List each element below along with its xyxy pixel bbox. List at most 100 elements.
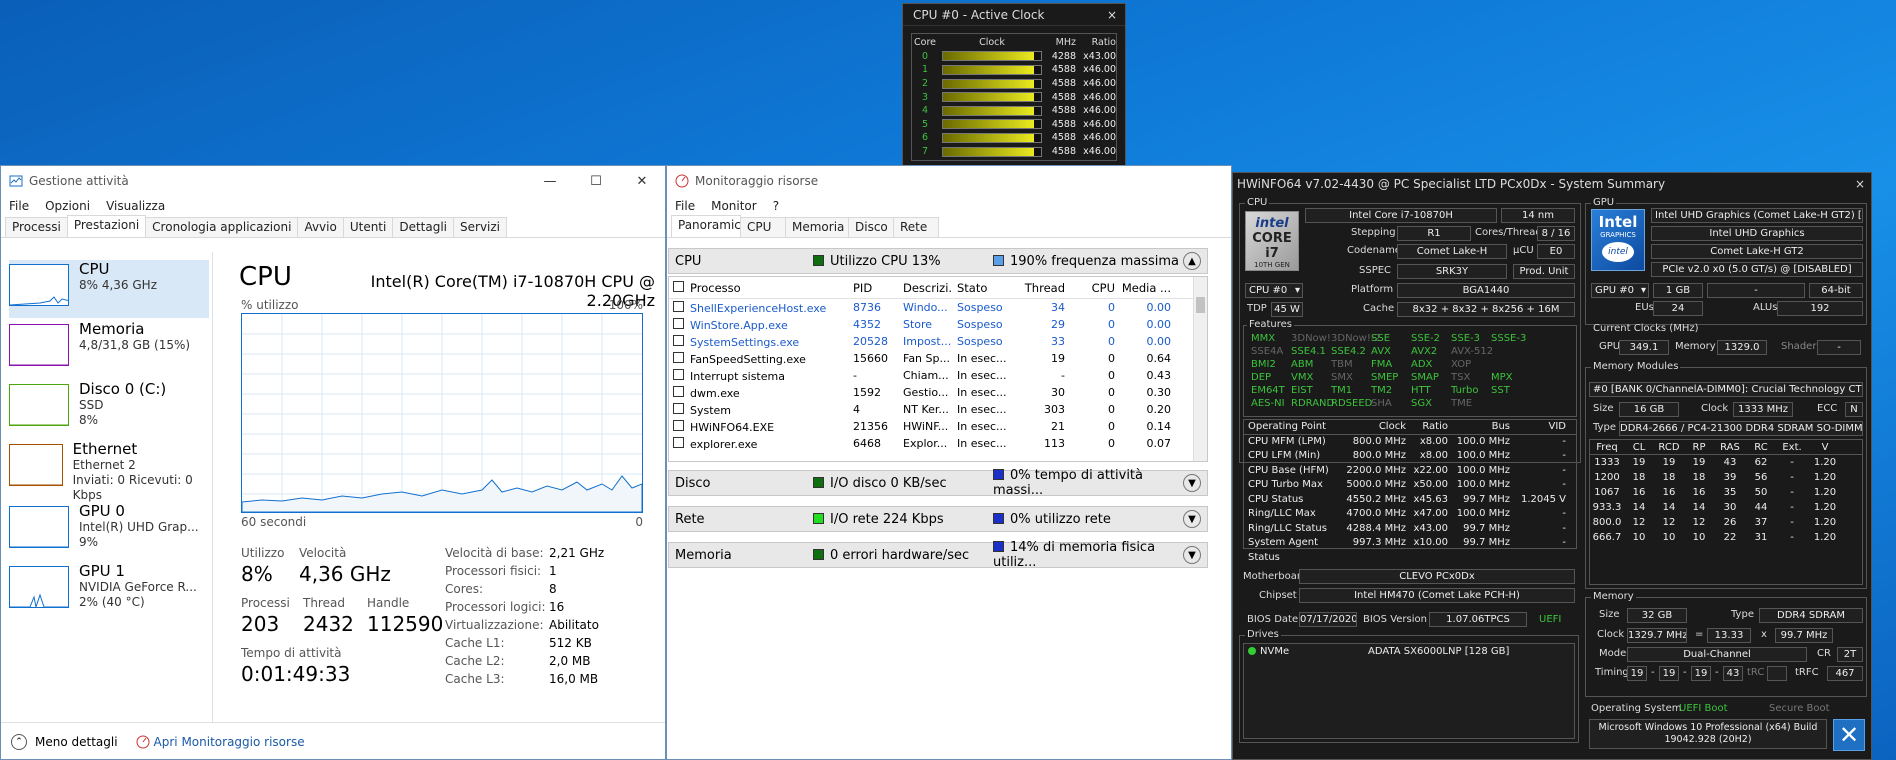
cell: - [1562,508,1566,519]
table-row[interactable]: explorer.exe 6468 Explor... In esec... 113 0 0… [669,435,1207,452]
resmon-cpu-section[interactable]: CPU Utilizzo CPU 13% 190% frequenza mass… [668,248,1208,274]
menu-opzioni[interactable]: Opzioni [45,199,90,213]
feature-flag: EIST [1291,385,1313,396]
table-row[interactable]: ShellExperienceHost.exe 8736 Windo... Sospe… [669,299,1207,316]
table-row[interactable]: SystemSettings.exe 20528 Impost... Sospeso 3… [669,333,1207,350]
cpu-select[interactable]: CPU #0 ▾ [1245,283,1303,298]
chevron-down-icon[interactable]: ▼ [1183,474,1201,492]
chevron-up-icon[interactable]: ▲ [1183,252,1201,270]
menu-visualizza[interactable]: Visualizza [106,199,165,213]
page-title: CPU [239,262,292,292]
chevron-down-icon[interactable]: ▼ [1183,546,1201,564]
tab-processi[interactable]: Processi [5,217,68,237]
sidebar-item-3[interactable]: Ethernet Ethernet 2 Inviati: 0 Ricevuti:… [9,440,209,502]
status-ok-icon [1248,647,1256,655]
cell: 30 [1723,502,1737,513]
select-all-checkbox[interactable] [673,280,684,292]
chevron-down-icon[interactable]: ▼ [1183,510,1201,528]
tab-dettagli[interactable]: Dettagli [392,217,455,237]
active-clock-titlebar[interactable]: CPU #0 - Active Clock × [903,4,1125,26]
resmon-titlebar[interactable]: Monitoraggio risorse [667,166,1231,196]
table-row[interactable]: dwm.exe 1592 Gestio... In esec... 30 0 0.30 [669,384,1207,401]
col-pid[interactable]: PID [849,281,899,295]
feature-flag: EM64T [1251,385,1285,396]
resmon-disco-section[interactable]: Disco I/O disco 0 KB/sec 0% tempo di att… [668,468,1208,498]
close-icon[interactable]: × [1855,177,1865,191]
menu-monitor[interactable]: Monitor [711,199,757,213]
tab-panoramica[interactable]: Panoramica [671,215,748,237]
velocita-value: 4,36 GHz [299,562,391,586]
menu-file[interactable]: File [9,199,29,213]
tab-memoria[interactable]: Memoria [785,217,849,237]
row-checkbox[interactable] [673,385,684,397]
tab-avvio[interactable]: Avvio [297,217,344,237]
col-descrizione[interactable]: Descrizi... [899,281,953,295]
row-checkbox[interactable] [673,436,684,448]
tab-cronologia[interactable]: Cronologia applicazioni [145,217,299,237]
core-id: 1 [921,64,929,76]
equals-sign: = [1695,629,1704,640]
col-thread[interactable]: Thread [1015,281,1065,295]
memory-module-select[interactable]: #0 [BANK 0/ChannelA-DIMM0]: Crucial Tech… [1589,382,1863,397]
cell: Chiam... [903,369,949,382]
cell: 303 [1044,403,1065,416]
tab-cpu[interactable]: CPU [740,217,786,237]
secure-boot-label: Secure Boot [1769,703,1830,714]
sidebar-item-sub: Intel(R) UHD Grap... [79,520,199,534]
logo-text: 10TH GEN [1254,261,1290,269]
maximize-icon[interactable]: ☐ [573,166,619,196]
resmon-memoria-section[interactable]: Memoria 0 errori hardware/sec 14% di mem… [668,540,1208,570]
task-manager-titlebar[interactable]: Gestione attività — ☐ ✕ [1,166,665,196]
row-checkbox[interactable] [673,402,684,414]
table-row[interactable]: Interrupt sistema - Chiam... In esec... - 0 0.… [669,367,1207,384]
scrollbar[interactable] [1193,277,1207,461]
sidebar-item-4[interactable]: GPU 0 Intel(R) UHD Grap... 9% [9,502,209,560]
sidebar-item-label: CPU [79,260,110,278]
list-item[interactable]: NVMe ADATA SX6000LNP [128 GB] [1244,644,1574,658]
row-checkbox[interactable] [673,368,684,380]
cell: 4550.2 MHz [1346,493,1406,505]
cell: - [1562,479,1566,490]
sidebar-item-5[interactable]: GPU 1 NVIDIA GeForce R... 2% (40 °C) [9,562,209,620]
gpu-clock-label: GPU [1599,341,1621,352]
sidebar-item-0[interactable]: CPU 8% 4,36 GHz [9,260,209,318]
less-details-link[interactable]: Meno dettagli [35,735,118,749]
row-checkbox[interactable] [673,317,684,329]
resmon-rete-section[interactable]: Rete I/O rete 224 Kbps 0% utilizzo rete … [668,506,1208,532]
col-cpu[interactable]: CPU [1065,281,1115,295]
open-resmon-link[interactable]: Apri Monitoraggio risorse [136,735,305,749]
hwinfo-titlebar[interactable]: HWiNFO64 v7.02-4430 @ PC Specialist LTD … [1233,173,1871,195]
cell: 10 [1632,532,1646,543]
menu-help[interactable]: ? [773,199,779,213]
table-row[interactable]: WinStore.App.exe 4352 Store Sospeso 29 0 0.00 [669,316,1207,333]
feature-flag: SSE4A [1251,346,1284,357]
tab-disco[interactable]: Disco [848,217,894,237]
sidebar-item-2[interactable]: Disco 0 (C:) SSD 8% [9,380,209,438]
table-row[interactable]: HWiNFO64.EXE 21356 HWiNF... In esec... 21 0 0.… [669,418,1207,435]
gpu-select[interactable]: GPU #0 ▾ [1591,283,1649,298]
row-checkbox[interactable] [673,300,684,312]
table-row[interactable]: FanSpeedSetting.exe 15660 Fan Sp... In esec… [669,350,1207,367]
col-media[interactable]: Media ... [1115,281,1171,295]
close-icon[interactable]: × [1107,8,1117,22]
table-row[interactable]: System 4 NT Ker... In esec... 303 0 0.20 [669,401,1207,418]
core-mhz: 4588 [1051,91,1076,103]
cell: 56 [1754,472,1768,483]
chevron-up-icon[interactable]: ⌃ [11,734,27,750]
spec-value: 1 [549,564,557,578]
row-checkbox[interactable] [673,419,684,431]
col-stato[interactable]: Stato [953,281,1015,295]
tab-utenti[interactable]: Utenti [342,217,394,237]
cpu-usage-swatch [813,254,824,266]
tab-rete[interactable]: Rete [893,217,939,237]
menu-file[interactable]: File [675,199,695,213]
sidebar-item-1[interactable]: Memoria 4,8/31,8 GB (15%) [9,320,209,378]
tab-servizi[interactable]: Servizi [453,217,508,237]
tab-prestazioni[interactable]: Prestazioni [66,215,147,237]
mem-size-field: 32 GB [1627,608,1687,623]
close-icon[interactable]: ✕ [619,166,665,196]
row-checkbox[interactable] [673,334,684,346]
close-summary-button[interactable]: ✕ [1833,719,1865,751]
minimize-icon[interactable]: — [527,166,573,196]
row-checkbox[interactable] [673,351,684,363]
